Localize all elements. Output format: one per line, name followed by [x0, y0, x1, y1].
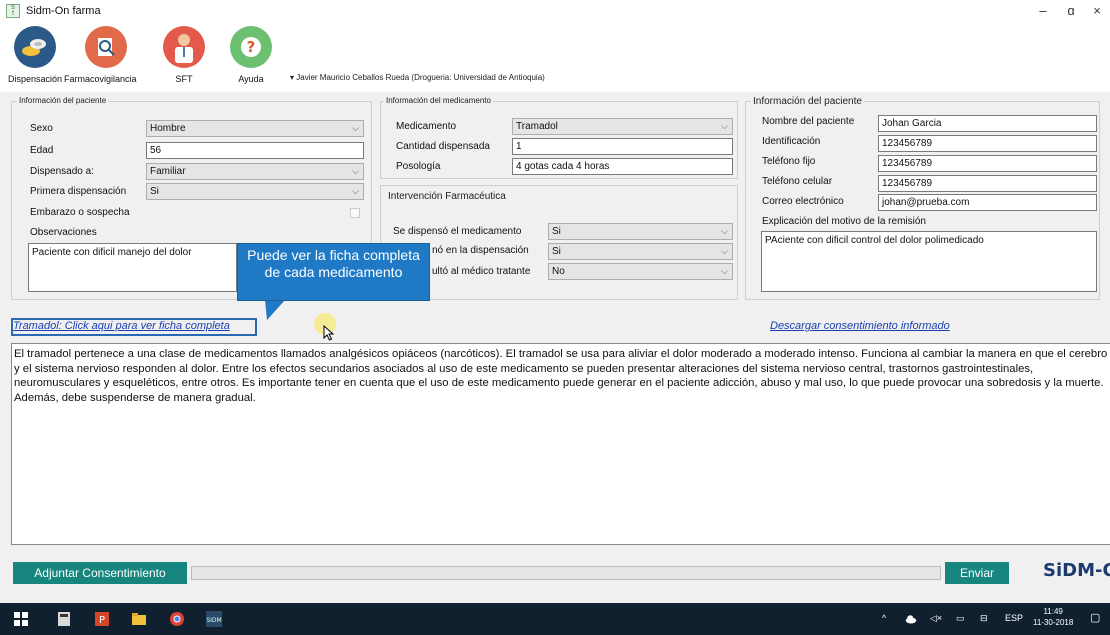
taskbar-clock[interactable]: 11:49 11-30-2018: [1033, 606, 1073, 628]
sidm-app-taskbar-icon[interactable]: SIDM: [206, 611, 222, 627]
dispensado-select[interactable]: Familiar ⌵: [146, 163, 364, 180]
telefono-celular-label: Teléfono celular: [762, 176, 833, 187]
sft-button[interactable]: SFT: [163, 26, 205, 84]
upload-progress-bar: [191, 566, 941, 580]
telefono-fijo-label: Teléfono fijo: [762, 156, 816, 167]
patient-contact-title: Información del paciente: [751, 96, 864, 107]
patient-info-title: Información del paciente: [17, 96, 109, 105]
observaciones-label: Observaciones: [30, 227, 97, 238]
powerpoint-icon[interactable]: P: [94, 611, 110, 627]
dispensacion-button[interactable]: Dispensación: [8, 26, 62, 84]
correo-label: Correo electrónico: [762, 196, 844, 207]
chrome-icon[interactable]: [169, 611, 185, 627]
clock-date: 11-30-2018: [1033, 618, 1074, 627]
medicamento-select[interactable]: Tramadol ⌵: [512, 118, 733, 135]
chevron-down-icon: ⌵: [721, 246, 728, 256]
identificacion-label: Identificación: [762, 136, 821, 147]
medication-description: El tramadol pertenece a una clase de med…: [11, 343, 1110, 545]
q-dispensacion-label: nó en la dispensación: [432, 245, 529, 256]
sexo-select[interactable]: Hombre ⌵: [146, 120, 364, 137]
chevron-down-icon: ⌵: [721, 121, 728, 131]
identificacion-field[interactable]: 123456789: [878, 135, 1097, 152]
telefono-fijo-field[interactable]: 123456789: [878, 155, 1097, 172]
question-icon: ?: [230, 26, 272, 68]
windows-taskbar: P SIDM ^ ◁× ▭ ⊟ ESP ▢: [0, 603, 1110, 635]
posologia-field[interactable]: 4 gotas cada 4 horas: [512, 158, 733, 175]
help-callout: Puede ver la ficha completa de cada medi…: [237, 243, 430, 301]
language-indicator[interactable]: ESP: [1005, 613, 1023, 623]
title-bar: Sf Sidm-On farma – ɑ ×: [0, 0, 1110, 22]
q-dispensacion-select[interactable]: Si ⌵: [548, 243, 733, 260]
adjuntar-consentimiento-button[interactable]: Adjuntar Consentimiento: [13, 562, 187, 584]
enviar-button[interactable]: Enviar: [945, 562, 1009, 584]
sexo-label: Sexo: [30, 123, 53, 134]
windows-start-icon[interactable]: [13, 611, 29, 627]
battery-icon[interactable]: ▭: [956, 613, 965, 624]
posologia-label: Posología: [396, 161, 441, 172]
chevron-down-icon: ⌵: [721, 226, 728, 236]
close-button[interactable]: ×: [1082, 1, 1110, 21]
medication-info-title: Información del medicamento: [384, 96, 493, 105]
clock-time: 11:49: [1043, 607, 1063, 616]
minimize-button[interactable]: –: [1028, 1, 1058, 21]
mouse-cursor-icon: [323, 325, 335, 341]
svg-text:?: ?: [247, 38, 256, 56]
descargar-consentimiento-link[interactable]: Descargar consentimiento informado: [770, 320, 950, 332]
ficha-completa-link[interactable]: Tramadol: Click aqui para ver ficha comp…: [13, 320, 230, 332]
pills-icon: [14, 26, 57, 68]
toolbar-label-dispensacion: Dispensación: [8, 74, 63, 84]
primera-dispensacion-select[interactable]: Si ⌵: [146, 183, 364, 200]
svg-text:P: P: [99, 615, 105, 626]
q-dispenso-select[interactable]: Si ⌵: [548, 223, 733, 240]
doctor-icon: [163, 26, 205, 68]
motivo-label: Explicación del motivo de la remisión: [762, 216, 926, 227]
edad-field[interactable]: 56: [146, 142, 364, 159]
main-toolbar: Dispensación Farmacovigilancia SFT ? Ayu…: [0, 22, 1110, 92]
embarazo-label: Embarazo o sospecha: [30, 207, 130, 218]
intervention-title: Intervención Farmacéutica: [386, 191, 508, 202]
chevron-down-icon: ⌵: [352, 166, 359, 176]
ayuda-button[interactable]: ? Ayuda: [230, 26, 272, 84]
volume-icon[interactable]: ◁×: [930, 613, 942, 624]
q-medico-label: ultó al médico tratante: [432, 266, 531, 277]
sidm-logo: SiDM-O: [1043, 560, 1110, 581]
window-title: Sidm-On farma: [26, 5, 101, 17]
cantidad-field[interactable]: 1: [512, 138, 733, 155]
dispensado-label: Dispensado a:: [30, 166, 94, 177]
user-menu[interactable]: ▾ Javier Mauricio Ceballos Rueda (Drogue…: [290, 73, 545, 82]
observaciones-textarea[interactable]: Paciente con dificil manejo del dolor: [28, 243, 237, 292]
medicamento-label: Medicamento: [396, 121, 457, 132]
chevron-up-icon[interactable]: ^: [882, 613, 886, 623]
file-explorer-icon[interactable]: [131, 611, 147, 627]
notifications-icon[interactable]: ▢: [1090, 611, 1100, 624]
edad-label: Edad: [30, 145, 54, 156]
chevron-down-icon: ⌵: [352, 123, 359, 133]
cloud-icon[interactable]: [905, 613, 917, 625]
embarazo-checkbox[interactable]: [350, 208, 360, 218]
nombre-label: Nombre del paciente: [762, 116, 855, 127]
svg-text:SIDM: SIDM: [206, 617, 221, 624]
chevron-down-icon: ⌵: [352, 186, 359, 196]
calculator-icon[interactable]: [56, 611, 72, 627]
telefono-celular-field[interactable]: 123456789: [878, 175, 1097, 192]
motivo-textarea[interactable]: PAciente con dificil control del dolor p…: [761, 231, 1097, 292]
app-logo-icon: Sf: [6, 4, 20, 18]
app-window: Sf Sidm-On farma – ɑ × Dispensación Farm…: [0, 0, 1110, 603]
callout-pointer: [250, 300, 286, 320]
q-medico-select[interactable]: No ⌵: [548, 263, 733, 280]
search-report-icon: [85, 26, 128, 68]
toolbar-label-sft: SFT: [175, 74, 193, 84]
toolbar-label-ayuda: Ayuda: [238, 74, 264, 84]
network-icon[interactable]: ⊟: [980, 613, 988, 624]
chevron-down-icon: ⌵: [721, 266, 728, 276]
nombre-field[interactable]: Johan Garcia: [878, 115, 1097, 132]
correo-field[interactable]: johan@prueba.com: [878, 194, 1097, 211]
toolbar-label-farmacovigilancia: Farmacovigilancia: [64, 74, 137, 84]
cantidad-label: Cantidad dispensada: [396, 141, 490, 152]
farmacovigilancia-button[interactable]: Farmacovigilancia: [64, 26, 137, 84]
primera-dispensacion-label: Primera dispensación: [30, 186, 127, 197]
q-dispenso-label: Se dispensó el medicamento: [393, 226, 522, 237]
